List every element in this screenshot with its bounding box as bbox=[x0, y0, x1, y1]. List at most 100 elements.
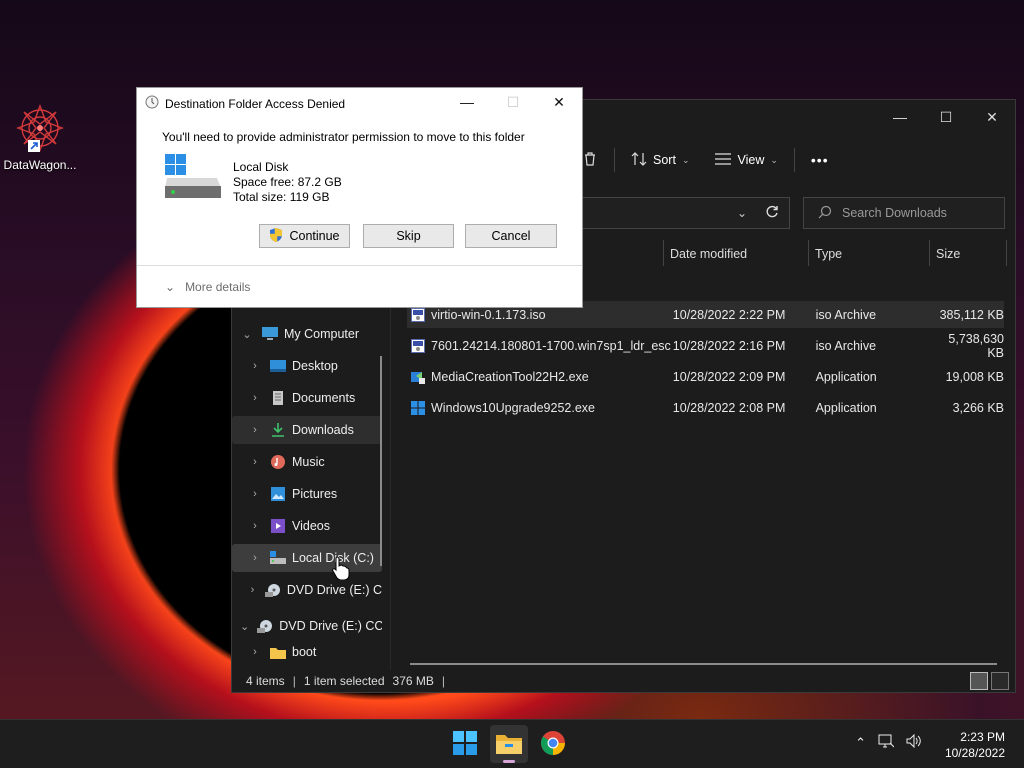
nav-item-desktop[interactable]: › Desktop bbox=[232, 352, 382, 380]
nav-item-pictures[interactable]: › Pictures bbox=[232, 480, 382, 508]
chevron-right-icon[interactable]: › bbox=[248, 646, 262, 658]
taskbar: ⌃ 2:23 PM 10/28/2022 bbox=[0, 719, 1024, 768]
folder-icon bbox=[270, 645, 286, 659]
folder-icon bbox=[496, 732, 522, 757]
column-header-size[interactable]: Size bbox=[929, 240, 1007, 266]
horizontal-scrollbar[interactable] bbox=[410, 663, 997, 665]
chevron-right-icon[interactable]: › bbox=[248, 584, 257, 596]
file-date: 10/28/2022 2:08 PM bbox=[672, 400, 786, 415]
taskbar-apps bbox=[446, 725, 572, 763]
system-tray: ⌃ bbox=[855, 733, 922, 751]
nav-item-label: My Computer bbox=[284, 327, 360, 341]
file-row[interactable]: 7601.24214.180801-1700.win7sp1_ldr_escr.… bbox=[407, 332, 1004, 360]
dialog-divider bbox=[137, 265, 582, 266]
media-creation-tool-icon bbox=[411, 370, 425, 384]
nav-item-label: Documents bbox=[292, 391, 356, 405]
search-icon bbox=[818, 205, 832, 222]
file-explorer-taskbar-button[interactable] bbox=[490, 725, 528, 763]
status-bar: 4 items | 1 item selected 376 MB | bbox=[246, 674, 445, 688]
trash-icon bbox=[582, 151, 598, 170]
videos-icon bbox=[270, 519, 286, 533]
view-label: View bbox=[737, 153, 765, 167]
status-selected: 1 item selected bbox=[303, 674, 385, 688]
sort-button[interactable]: Sort ⌄ bbox=[621, 146, 699, 174]
details-view-button[interactable] bbox=[970, 672, 988, 690]
column-header-type[interactable]: Type bbox=[808, 240, 929, 266]
nav-pane-scrollbar[interactable] bbox=[380, 356, 382, 566]
file-row[interactable]: MediaCreationTool22H2.exe 10/28/2022 2:0… bbox=[407, 363, 1004, 390]
nav-item-downloads[interactable]: › Downloads bbox=[232, 416, 382, 444]
close-button[interactable]: ✕ bbox=[536, 88, 582, 116]
window-controls: — ☐ ✕ bbox=[877, 100, 1015, 134]
minimize-button[interactable]: — bbox=[877, 100, 923, 134]
network-icon[interactable] bbox=[878, 734, 895, 751]
search-placeholder: Search Downloads bbox=[842, 206, 947, 220]
continue-button[interactable]: Continue bbox=[259, 224, 350, 248]
dialog-title: Destination Folder Access Denied bbox=[165, 96, 346, 111]
nav-item-label: DVD Drive (E:) CC bbox=[279, 619, 382, 633]
desktop-shortcut-datawagon[interactable]: DataWagon... bbox=[2, 104, 78, 172]
continue-label: Continue bbox=[289, 229, 340, 243]
nav-item-label: Music bbox=[292, 455, 325, 469]
address-bar[interactable]: ⌄ bbox=[572, 197, 790, 229]
chevron-right-icon[interactable]: › bbox=[248, 520, 262, 532]
dialog-window-controls: — ☐ ✕ bbox=[444, 88, 582, 116]
file-size: 19,008 KB bbox=[945, 369, 1004, 384]
minimize-button[interactable]: — bbox=[444, 88, 490, 116]
nav-item-documents[interactable]: › Documents bbox=[232, 384, 382, 412]
dialog-titlebar: Destination Folder Access Denied bbox=[145, 95, 345, 112]
cancel-button[interactable]: Cancel bbox=[465, 224, 557, 248]
nav-item-music[interactable]: › Music bbox=[232, 448, 382, 476]
more-options-button[interactable]: ••• bbox=[801, 146, 839, 174]
chevron-right-icon[interactable]: › bbox=[248, 392, 262, 404]
tiles-view-button[interactable] bbox=[991, 672, 1009, 690]
chevron-right-icon[interactable]: › bbox=[248, 552, 262, 564]
status-item-count: 4 items bbox=[246, 674, 285, 688]
nav-item-label: DVD Drive (E:) C bbox=[286, 583, 382, 597]
nav-item-my-computer[interactable]: ⌄ My Computer bbox=[232, 320, 382, 348]
hard-drive-icon bbox=[163, 152, 223, 205]
chevron-right-icon[interactable]: › bbox=[248, 456, 262, 468]
view-button[interactable]: View ⌄ bbox=[705, 146, 787, 174]
nav-item-local-disk[interactable]: › Local Disk (C:) bbox=[232, 544, 382, 572]
chevron-down-icon[interactable]: ⌄ bbox=[240, 620, 249, 633]
nav-item-dvd-drive-sub[interactable]: › DVD Drive (E:) C bbox=[232, 576, 382, 604]
chrome-taskbar-button[interactable] bbox=[534, 725, 572, 763]
start-button[interactable] bbox=[446, 725, 484, 763]
skip-button[interactable]: Skip bbox=[363, 224, 454, 248]
windows-logo-icon bbox=[453, 730, 477, 758]
file-row[interactable]: Windows10Upgrade9252.exe 10/28/2022 2:08… bbox=[407, 394, 1004, 421]
drive-total-size: Total size: 119 GB bbox=[233, 190, 330, 204]
nav-item-dvd-drive[interactable]: ⌄ DVD Drive (E:) CC bbox=[232, 612, 382, 640]
nav-item-boot[interactable]: › boot bbox=[232, 644, 382, 660]
clock-date: 10/28/2022 bbox=[944, 746, 1005, 760]
chevron-down-icon[interactable]: ⌄ bbox=[737, 206, 747, 220]
dvd-drive-icon bbox=[257, 619, 273, 633]
drive-space-free: Space free: 87.2 GB bbox=[233, 175, 342, 189]
chevron-down-icon[interactable]: ⌄ bbox=[240, 328, 254, 341]
music-icon bbox=[270, 455, 286, 469]
close-button[interactable]: ✕ bbox=[969, 100, 1015, 134]
file-type: Application bbox=[815, 400, 877, 415]
maximize-button[interactable]: ☐ bbox=[923, 100, 969, 134]
file-name: MediaCreationTool22H2.exe bbox=[431, 369, 589, 384]
sort-icon bbox=[631, 151, 647, 169]
nav-item-videos[interactable]: › Videos bbox=[232, 512, 382, 540]
chevron-right-icon[interactable]: › bbox=[248, 424, 262, 436]
access-denied-dialog: Destination Folder Access Denied — ☐ ✕ Y… bbox=[136, 87, 583, 308]
search-input[interactable]: Search Downloads bbox=[803, 197, 1005, 229]
iso-file-icon bbox=[411, 338, 425, 353]
nav-item-label: boot bbox=[292, 645, 317, 659]
iso-file-icon bbox=[411, 307, 425, 322]
more-details-toggle[interactable]: ⌄ More details bbox=[165, 280, 250, 294]
chevron-up-icon[interactable]: ⌃ bbox=[855, 735, 866, 751]
chevron-down-icon: ⌄ bbox=[681, 154, 690, 165]
chevron-right-icon[interactable]: › bbox=[248, 360, 262, 372]
refresh-icon[interactable] bbox=[765, 205, 779, 222]
volume-icon[interactable] bbox=[906, 733, 922, 751]
clock-icon bbox=[145, 95, 159, 112]
taskbar-clock[interactable]: 2:23 PM 10/28/2022 bbox=[945, 729, 1005, 761]
column-header-date[interactable]: Date modified bbox=[663, 240, 808, 266]
dvd-drive-icon bbox=[264, 583, 281, 597]
chevron-right-icon[interactable]: › bbox=[248, 488, 262, 500]
